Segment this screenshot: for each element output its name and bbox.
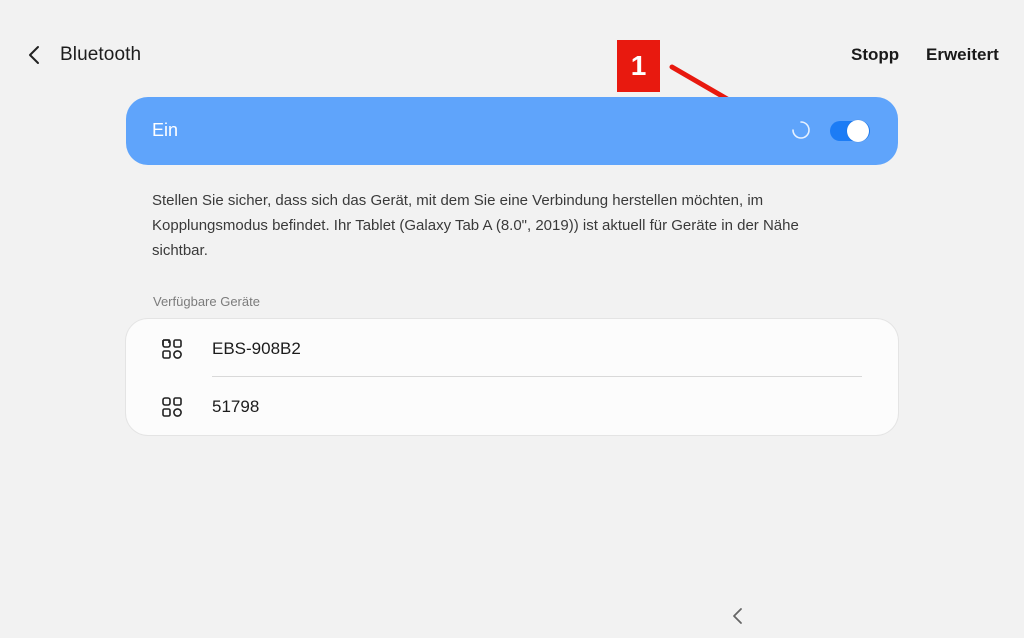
- visibility-description: Stellen Sie sicher, dass sich das Gerät,…: [152, 192, 799, 259]
- advanced-button[interactable]: Erweitert: [926, 45, 999, 65]
- nav-back-button[interactable]: [728, 605, 748, 627]
- toggle-knob: [847, 120, 869, 142]
- bluetooth-master-switch[interactable]: Ein: [126, 97, 898, 165]
- list-item[interactable]: EBS-908B2: [126, 319, 898, 377]
- bluetooth-settings-screen: Bluetooth Stopp Erweitert 1 Ein Stellen …: [0, 0, 1024, 638]
- switch-label: Ein: [152, 120, 179, 140]
- stop-button[interactable]: Stopp: [851, 45, 899, 65]
- device-name: EBS-908B2: [212, 339, 301, 358]
- available-devices-header: Verfügbare Geräte: [153, 294, 260, 309]
- device-name: 51798: [212, 397, 260, 416]
- device-generic-icon: [162, 397, 182, 417]
- list-item[interactable]: 51798: [126, 377, 898, 435]
- device-list: EBS-908B2 51798: [126, 319, 898, 435]
- back-button[interactable]: [20, 40, 48, 70]
- annotation-marker: 1: [617, 40, 660, 92]
- device-generic-icon: [162, 339, 182, 359]
- scanning-spinner-icon: [792, 121, 810, 139]
- chevron-left-icon: [29, 46, 39, 64]
- page-title: Bluetooth: [60, 44, 142, 65]
- bluetooth-toggle[interactable]: [830, 120, 870, 142]
- nav-back-icon: [733, 608, 742, 624]
